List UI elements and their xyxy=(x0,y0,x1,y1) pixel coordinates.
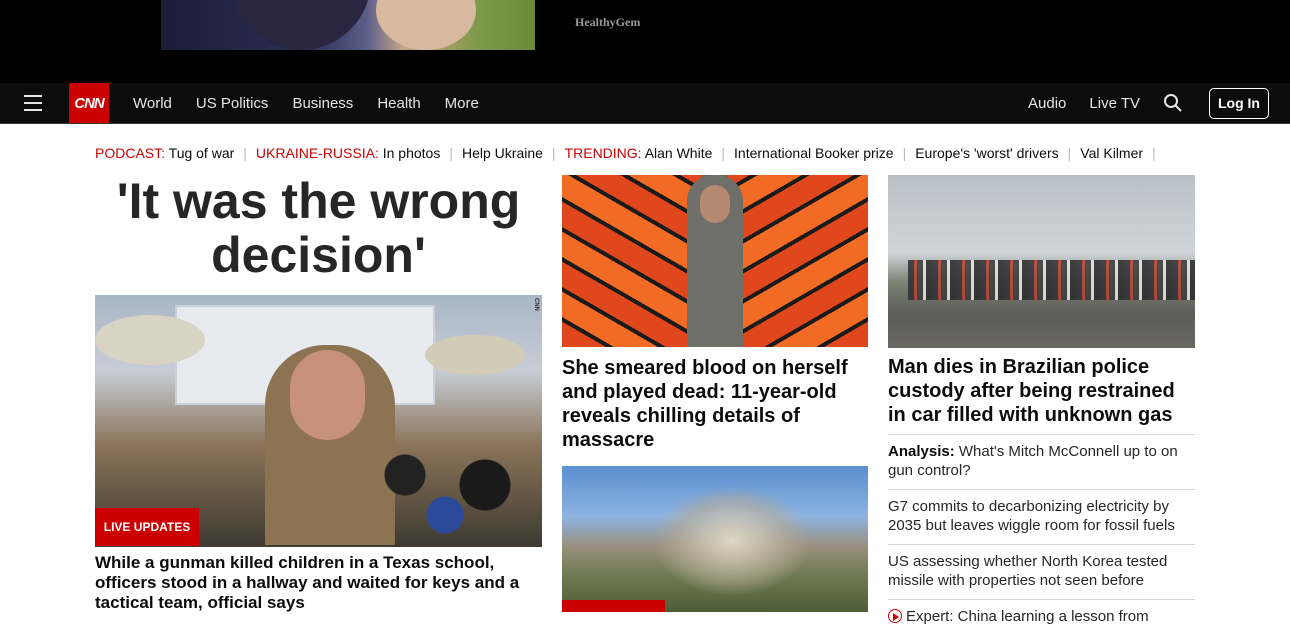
nav-link-audio[interactable]: Audio xyxy=(1028,95,1066,112)
menu-icon[interactable] xyxy=(24,95,42,111)
ad-brand[interactable]: HealthyGem xyxy=(575,15,640,30)
lead-headline[interactable]: 'It was the wrong decision' xyxy=(95,174,542,282)
trending-item[interactable]: UKRAINE-RUSSIA: In photos xyxy=(256,145,440,161)
separator: | xyxy=(449,145,453,161)
list-item[interactable]: Analysis: What's Mitch McConnell up to o… xyxy=(888,434,1195,489)
story-badge[interactable] xyxy=(562,600,665,612)
trending-item[interactable]: TRENDING: Alan White xyxy=(565,145,713,161)
right-headline[interactable]: Man dies in Brazilian police custody aft… xyxy=(888,355,1195,427)
trending-item[interactable]: Help Ukraine xyxy=(462,145,543,161)
story-image-smoke[interactable] xyxy=(562,466,868,612)
nav-link-world[interactable]: World xyxy=(133,95,172,112)
nav-link-us-politics[interactable]: US Politics xyxy=(196,95,269,112)
live-updates-badge[interactable]: LIVE UPDATES xyxy=(95,508,199,546)
separator: | xyxy=(1152,145,1156,161)
story-headline[interactable]: She smeared blood on herself and played … xyxy=(562,356,868,452)
trending-item[interactable]: PODCAST: Tug of war xyxy=(95,145,234,161)
story-image-butterfly[interactable] xyxy=(562,175,868,347)
nav-right: Audio Live TV Log In xyxy=(1028,83,1269,123)
separator: | xyxy=(243,145,247,161)
nav-link-more[interactable]: More xyxy=(445,95,479,112)
list-item[interactable]: US assessing whether North Korea tested … xyxy=(888,544,1195,599)
trending-bar: PODCAST: Tug of war | UKRAINE-RUSSIA: In… xyxy=(95,143,1165,163)
separator: | xyxy=(721,145,726,161)
list-item[interactable]: G7 commits to decarbonizing electricity … xyxy=(888,489,1195,544)
list-item[interactable]: Expert: China learning a lesson from xyxy=(888,599,1195,635)
separator: | xyxy=(902,145,907,161)
nav-link-live-tv[interactable]: Live TV xyxy=(1089,95,1140,112)
headline-list: Analysis: What's Mitch McConnell up to o… xyxy=(888,434,1195,635)
ad-banner[interactable]: HealthyGem xyxy=(0,0,1290,83)
trending-item[interactable]: International Booker prize xyxy=(734,145,894,161)
login-button[interactable]: Log In xyxy=(1209,87,1269,119)
video-play-icon xyxy=(888,609,902,623)
nav-link-health[interactable]: Health xyxy=(377,95,420,112)
nav-links: World US Politics Business Health More xyxy=(133,83,503,123)
cnn-logo[interactable]: CNN xyxy=(69,83,109,123)
nav-link-business[interactable]: Business xyxy=(292,95,353,112)
separator: | xyxy=(551,145,556,161)
image-watermark: CNN xyxy=(533,298,539,311)
story-image-crowd[interactable] xyxy=(888,175,1195,348)
top-nav: CNN World US Politics Business Health Mo… xyxy=(0,83,1290,124)
trending-item[interactable]: Val Kilmer xyxy=(1080,145,1143,161)
search-icon[interactable] xyxy=(1163,93,1183,113)
trending-item[interactable]: Europe's 'worst' drivers xyxy=(915,145,1058,161)
lead-caption[interactable]: While a gunman killed children in a Texa… xyxy=(95,553,542,613)
ad-image[interactable] xyxy=(161,0,535,50)
separator: | xyxy=(1067,145,1072,161)
